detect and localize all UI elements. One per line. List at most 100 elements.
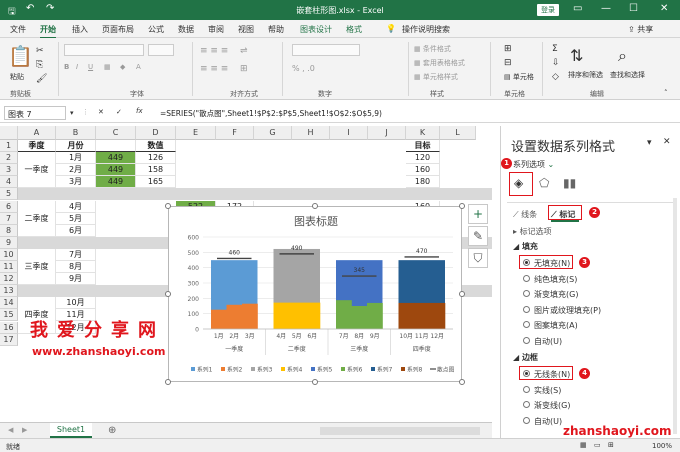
header-season[interactable]: 季度 (18, 140, 56, 153)
currency-icon[interactable]: % , .0 (292, 64, 315, 73)
legend-entry[interactable]: 散点图 (437, 366, 455, 374)
value-d-cell[interactable]: 158 (136, 164, 176, 177)
row-header[interactable]: 1 (0, 140, 18, 153)
legend-swatch[interactable] (221, 367, 225, 371)
target-cell[interactable]: 120 (406, 152, 440, 165)
bar-系列8[interactable] (398, 302, 415, 329)
resize-handle-l[interactable] (165, 291, 171, 297)
fill-option-label[interactable]: 纯色填充(S) (534, 274, 577, 285)
chart-elements-button[interactable]: + (468, 204, 488, 224)
tab-format[interactable]: 格式 (346, 24, 362, 35)
category-label[interactable]: 5月 (292, 333, 302, 340)
row-header[interactable]: 10 (0, 248, 18, 261)
share-button[interactable]: ⇪ 共享 (628, 24, 653, 35)
autosum-icon[interactable]: Σ (552, 44, 558, 54)
row-header[interactable]: 2 (0, 152, 18, 165)
cut-icon[interactable]: ✂ (36, 46, 44, 56)
quarter-label[interactable]: 四季度 (413, 345, 431, 353)
tab-data[interactable]: 数据 (178, 24, 194, 35)
maximize-icon[interactable]: ☐ (629, 3, 638, 14)
legend-entry[interactable]: 系列2 (227, 366, 243, 374)
fill-radio[interactable] (523, 336, 530, 344)
fill-option-label[interactable]: 图案填充(A) (534, 320, 578, 331)
border-radio[interactable] (523, 401, 530, 408)
legend-swatch[interactable] (341, 367, 345, 371)
chart-filter-button[interactable]: ⛉ (468, 248, 488, 268)
legend-swatch[interactable] (251, 367, 255, 371)
month-cell[interactable]: 7月 (56, 248, 96, 261)
border-section[interactable]: ◢ 边框 (513, 352, 538, 363)
row-header[interactable]: 6 (0, 200, 18, 213)
legend-swatch[interactable] (311, 367, 315, 371)
resize-handle-br[interactable] (459, 379, 465, 385)
y-tick-label[interactable]: 300 (188, 281, 200, 288)
scatter-label[interactable]: 460 (229, 249, 241, 256)
resize-handle-bl[interactable] (165, 379, 171, 385)
row-header[interactable]: 13 (0, 285, 18, 298)
row-header[interactable]: 4 (0, 176, 18, 189)
login-button[interactable]: 登录 (537, 4, 559, 16)
quarter-label[interactable]: 一季度 (225, 345, 243, 353)
paste-icon[interactable]: 📋 (8, 44, 33, 68)
fill-radio[interactable] (523, 290, 530, 297)
bar-系列6[interactable] (336, 300, 352, 329)
legend-swatch[interactable] (191, 367, 195, 371)
tab-marker[interactable]: ⟋ 标记 (551, 209, 575, 220)
select-all-corner[interactable] (0, 126, 18, 140)
row-header[interactable]: 11 (0, 261, 18, 274)
chart-area[interactable]: 图表标题 0 100 200 300 400 500 600 460 1月 2月 3月 一季度 490 4… (168, 206, 462, 382)
row-header[interactable]: 9 (0, 236, 18, 249)
marker-options-section[interactable]: ▸ 标记选项 (513, 226, 552, 237)
name-box[interactable]: 图表 7 (4, 106, 66, 120)
resize-handle-t[interactable] (312, 203, 318, 209)
underline-icon[interactable]: U (88, 63, 93, 71)
tab-page-layout[interactable]: 页面布局 (102, 24, 134, 35)
enter-icon[interactable]: ✓ (116, 108, 122, 116)
month-cell[interactable]: 9月 (56, 273, 96, 286)
border-option-label[interactable]: 自动(U) (534, 416, 562, 427)
font-name-box[interactable] (64, 44, 144, 56)
fill-radio[interactable] (523, 321, 530, 328)
value-c-cell[interactable]: 449 (96, 164, 136, 177)
y-tick-label[interactable]: 600 (188, 235, 200, 242)
cell-style-item[interactable]: ▦ 单元格样式 (414, 72, 458, 82)
font-color-icon[interactable]: A (136, 63, 141, 71)
header-value[interactable]: 数值 (136, 140, 176, 153)
month-cell[interactable]: 8月 (56, 261, 96, 274)
value-d-cell[interactable]: 126 (136, 152, 176, 165)
cancel-icon[interactable]: ✕ (98, 108, 104, 116)
row-header[interactable]: 8 (0, 224, 18, 237)
fill-option-label[interactable]: 图片或纹理填充(P) (534, 305, 601, 316)
column-header[interactable]: B (56, 126, 96, 140)
tab-file[interactable]: 文件 (10, 24, 26, 35)
tab-help[interactable]: 帮助 (268, 24, 284, 35)
italic-icon[interactable]: I (76, 63, 78, 71)
legend-entry[interactable]: 系列6 (347, 366, 363, 374)
find-select-icon[interactable]: ⌕ (618, 46, 627, 66)
row-header[interactable]: 7 (0, 212, 18, 225)
legend-entry[interactable]: 系列1 (197, 366, 213, 374)
resize-handle-tl[interactable] (165, 203, 171, 209)
month-cell[interactable]: 10月 (56, 297, 96, 310)
y-tick-label[interactable]: 0 (195, 327, 199, 334)
tab-search[interactable]: 操作说明搜索 (402, 24, 450, 35)
legend-entry[interactable]: 系列3 (257, 366, 273, 374)
chart-styles-button[interactable]: ✎ (468, 226, 488, 246)
fill-option-label[interactable]: 自动(U) (534, 336, 562, 347)
bar-系列2[interactable] (242, 303, 258, 329)
bar-系列4[interactable] (273, 302, 290, 329)
column-header[interactable]: K (406, 126, 440, 140)
column-header[interactable]: I (330, 126, 368, 140)
border-option-label[interactable]: 渐变线(G) (534, 400, 570, 411)
border-radio[interactable] (523, 385, 530, 393)
fx-icon[interactable]: fx (136, 107, 143, 115)
ribbon-display-icon[interactable]: ▭ (573, 3, 582, 14)
value-c-cell[interactable]: 449 (96, 176, 136, 189)
row-header[interactable]: 14 (0, 297, 18, 310)
category-label[interactable]: 8月 (354, 333, 364, 340)
resize-handle-b[interactable] (312, 379, 318, 385)
category-label[interactable]: 9月 (370, 333, 380, 340)
column-header[interactable]: L (440, 126, 476, 140)
resize-handle-tr[interactable] (459, 203, 465, 209)
category-label[interactable]: 4月 (276, 333, 286, 340)
